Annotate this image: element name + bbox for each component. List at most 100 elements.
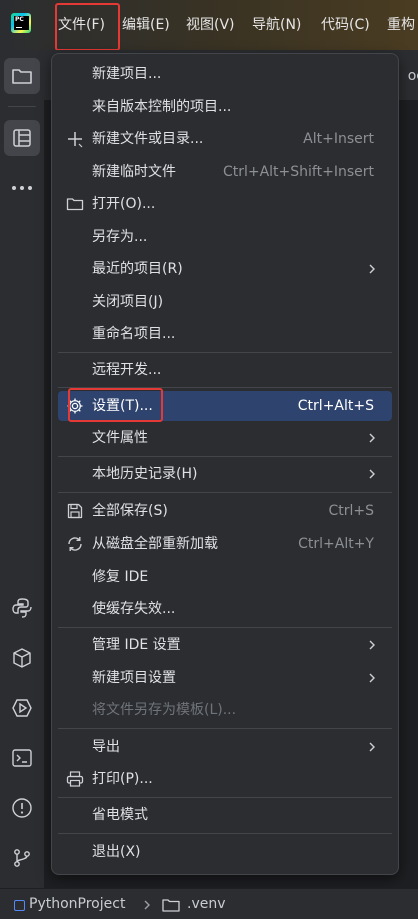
menu-item-shortcut: Ctrl+S [328,503,374,519]
menu-item-label: 修复 IDE [92,569,149,585]
menu-edit[interactable]: 编辑(E) [122,12,170,38]
more-tools-button[interactable] [4,170,40,206]
menu-item-save-as[interactable]: 另存为... [58,222,392,252]
more-horizontal-icon [12,186,32,190]
menu-item-label: 打印(P)... [92,771,153,787]
tool-window-strip [0,50,44,888]
menu-item-label: 关闭项目(J) [92,294,164,310]
menu-item-remote-development[interactable]: 远程开发... [58,355,392,385]
menu-item-rename-project[interactable]: 重命名项目... [58,319,392,349]
app-logo-text: PC [15,16,24,23]
folder-icon [162,899,180,912]
breadcrumb-folder[interactable]: .venv [187,894,226,914]
terminal-icon [12,749,32,767]
menu-item-label: 新建文件或目录... [92,131,204,147]
menu-item-label: 最近的项目(R) [92,261,183,277]
menu-separator [58,492,392,493]
menu-item-project-from-vcs[interactable]: 来自版本控制的项目... [58,92,392,122]
menu-item-save-all[interactable]: 全部保存(S) Ctrl+S [58,496,392,526]
menu-item-label: 来自版本控制的项目... [92,99,232,115]
menu-item-label: 新建项目设置 [92,670,176,686]
folder-icon [12,69,32,84]
menu-item-label: 另存为... [92,229,148,245]
reload-icon [68,537,82,551]
menu-item-label: 打开(O)... [92,196,156,212]
chevron-right-icon [369,742,375,752]
menu-item-shortcut: Ctrl+Alt+Shift+Insert [222,164,374,180]
menu-item-label: 退出(X) [92,844,141,860]
menu-separator [58,728,392,729]
menu-item-label: 本地历史记录(H) [92,466,198,482]
menu-item-label: 导出 [92,739,120,755]
problems-icon [12,798,32,818]
chevron-right-icon [369,469,375,479]
git-button[interactable] [4,840,40,876]
menu-separator [58,456,392,457]
menu-item-exit[interactable]: 退出(X) [58,837,392,867]
menu-item-shortcut: Ctrl+Alt+Y [298,536,374,552]
python-console-button[interactable] [4,590,40,626]
printer-icon [66,771,84,787]
terminal-button[interactable] [4,740,40,776]
pycharm-logo-icon[interactable]: PC [11,13,31,33]
menu-view[interactable]: 视图(V) [186,12,235,38]
save-icon [67,503,83,519]
menu-navigate[interactable]: 导航(N) [252,12,301,38]
file-dropdown-menu: 新建项目... 来自版本控制的项目... 新建文件或目录... Alt+Inse… [51,53,399,875]
file-menu-highlight-box [55,3,120,51]
packages-icon [13,648,31,668]
menu-item-reload-all-from-disk[interactable]: 从磁盘全部重新加载 Ctrl+Alt+Y [58,529,392,559]
menu-item-print[interactable]: 打印(P)... [58,764,392,794]
menu-item-label: 新建项目... [92,66,162,82]
menu-item-label: 文件属性 [92,430,148,446]
menu-item-repair-ide[interactable]: 修复 IDE [58,562,392,592]
run-services-icon [12,699,32,717]
structure-tool-button[interactable] [4,120,40,156]
chevron-right-icon [369,673,375,683]
menu-separator [58,833,392,834]
folder-icon [66,198,84,211]
menu-item-new-file-or-directory[interactable]: 新建文件或目录... Alt+Insert [58,124,392,154]
menu-item-label: 省电模式 [92,807,148,823]
menu-item-label: 远程开发... [92,362,162,378]
breadcrumb-project[interactable]: PythonProject [29,894,125,914]
problems-button[interactable] [4,790,40,826]
menu-item-invalidate-caches[interactable]: 使缓存失效... [58,594,392,624]
menu-item-close-project[interactable]: 关闭项目(J) [58,287,392,317]
menu-item-label: 将文件另存为模板(L)... [92,702,237,718]
services-button[interactable] [4,690,40,726]
menu-item-save-file-as-template: 将文件另存为模板(L)... [58,695,392,725]
status-bar: PythonProject .venv [0,888,418,919]
chevron-right-icon [369,433,375,443]
menu-item-label: 全部保存(S) [92,503,168,519]
python-packages-button[interactable] [4,640,40,676]
menu-item-label: 管理 IDE 设置 [92,637,181,653]
title-bar: PC 文件(F) 编辑(E) 视图(V) 导航(N) 代码(C) 重构 [0,0,418,51]
menu-item-label: 新建临时文件 [92,164,176,180]
tool-strip-divider [8,106,36,107]
chevron-right-icon [369,640,375,650]
menu-item-label: 重命名项目... [92,326,176,342]
menu-item-new-scratch-file[interactable]: 新建临时文件 Ctrl+Alt+Shift+Insert [58,157,392,187]
chevron-right-icon [369,264,375,274]
settings-highlight-box [68,388,163,422]
menu-item-new-project[interactable]: 新建项目... [58,59,392,89]
menu-separator [58,627,392,628]
editor-tab-peek: oc [407,68,418,84]
menu-item-manage-ide-settings[interactable]: 管理 IDE 设置 [58,630,392,660]
chevron-right-icon [144,900,150,910]
menu-item-new-project-setup[interactable]: 新建项目设置 [58,663,392,693]
menu-item-power-save-mode[interactable]: 省电模式 [58,800,392,830]
menu-item-export[interactable]: 导出 [58,732,392,762]
menu-refactor[interactable]: 重构 [387,12,415,38]
menu-item-local-history[interactable]: 本地历史记录(H) [58,459,392,489]
project-tool-button[interactable] [4,58,40,94]
menu-item-label: 从磁盘全部重新加载 [92,536,218,552]
project-icon [14,900,25,911]
menu-item-file-properties[interactable]: 文件属性 [58,423,392,453]
menu-code[interactable]: 代码(C) [321,12,370,38]
menu-item-open[interactable]: 打开(O)... [58,189,392,219]
menu-separator [58,352,392,353]
plus-icon [68,132,83,148]
menu-item-recent-projects[interactable]: 最近的项目(R) [58,254,392,284]
